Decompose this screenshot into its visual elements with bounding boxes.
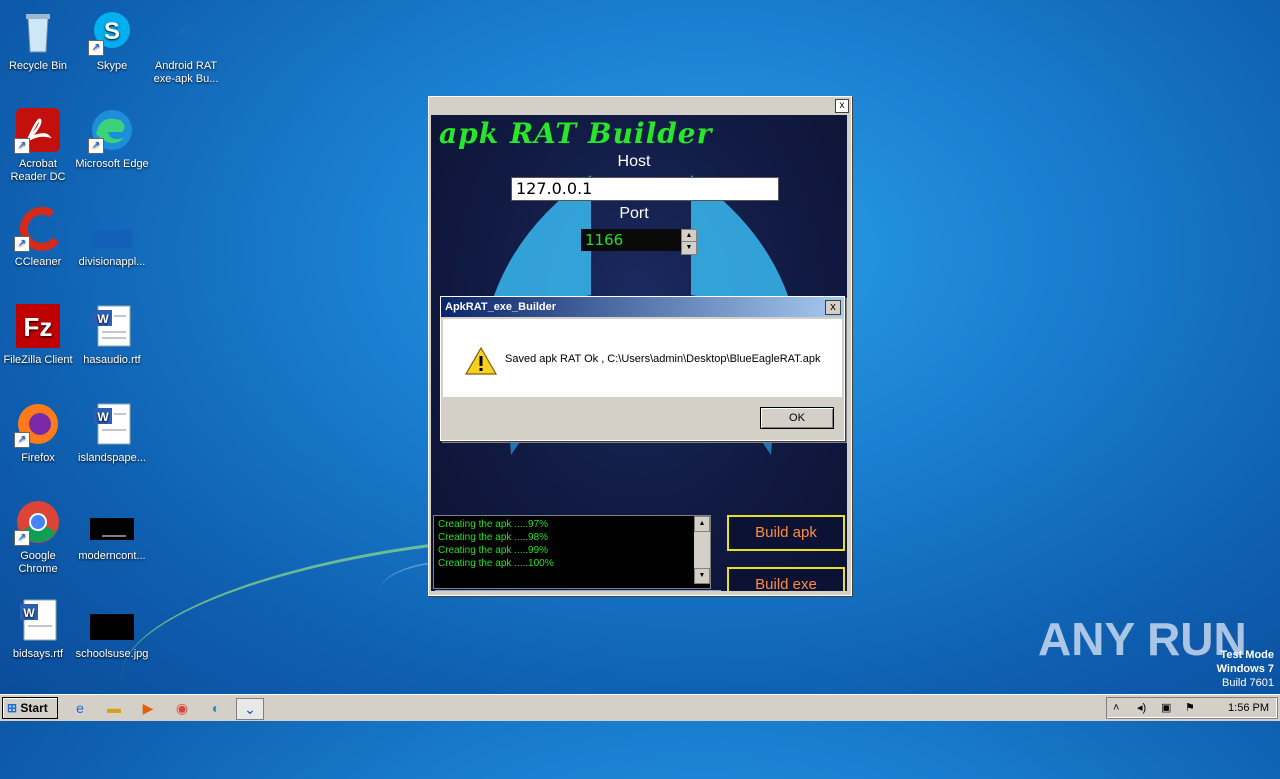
desktop-icon-schoolsuse[interactable]: schoolsuse.jpg xyxy=(74,596,150,661)
ok-button[interactable]: OK xyxy=(760,407,834,429)
svg-text:S: S xyxy=(104,18,120,45)
message-dialog[interactable]: ApkRAT_exe_Builder x Saved apk RAT Ok , … xyxy=(440,296,845,441)
edge-icon: ↗ xyxy=(88,106,136,154)
ccleaner-icon: ↗ xyxy=(14,204,62,252)
acrobat-icon: ↗ xyxy=(14,106,62,154)
skype-icon: S ↗ xyxy=(88,8,136,56)
file-explorer-icon[interactable]: ▬ xyxy=(104,698,124,718)
flag-icon[interactable]: ⚑ xyxy=(1185,698,1195,718)
clock[interactable]: 1:56 PM xyxy=(1228,698,1269,718)
build-apk-button[interactable]: Build apk xyxy=(727,515,845,551)
svg-text:W: W xyxy=(97,312,109,326)
desktop-icon-edge[interactable]: ↗ Microsoft Edge xyxy=(74,106,150,171)
window-titlebar[interactable]: x xyxy=(429,97,851,115)
dialog-title: ApkRAT_exe_Builder xyxy=(441,297,844,317)
shortcut-arrow-icon: ↗ xyxy=(14,530,30,546)
firefox-icon: ↗ xyxy=(14,400,62,448)
windows-version-line: Windows 7 xyxy=(1216,663,1274,675)
build-line: Build 7601 xyxy=(1222,677,1274,689)
scroll-up-icon[interactable]: ▲ xyxy=(694,516,710,532)
svg-text:W: W xyxy=(23,606,35,620)
app-title: apk RAT Builder xyxy=(439,117,713,150)
desktop-icon-hasaudio[interactable]: W hasaudio.rtf xyxy=(74,302,150,367)
port-spinner[interactable]: ▲ ▼ xyxy=(681,229,697,255)
log-line: Creating the apk .....99% xyxy=(438,545,549,556)
test-mode-notice: Test Mode Windows 7 Build 7601 xyxy=(1217,648,1274,690)
svg-text:Fz: Fz xyxy=(24,312,53,342)
desktop-icon-firefox[interactable]: ↗ Firefox xyxy=(0,400,76,465)
desktop-icon-skype[interactable]: S ↗ Skype xyxy=(74,8,150,73)
dialog-close-button[interactable]: x xyxy=(825,300,841,315)
desktop-icon-divisionappl[interactable]: divisionappl... xyxy=(74,204,150,269)
word-document-icon: W xyxy=(14,596,62,644)
taskbar: ⊞ Start e ▬ ▶ ◉ ◐ ⌄ ˄ ◂) ▣ ⚑ 1:56 PM xyxy=(0,694,1280,721)
shortcut-arrow-icon: ↗ xyxy=(14,138,30,154)
image-file-icon xyxy=(88,596,136,644)
internet-explorer-icon[interactable]: e xyxy=(70,698,90,718)
network-icon[interactable]: ▣ xyxy=(1161,698,1171,718)
desktop-icon-ccleaner[interactable]: ↗ CCleaner xyxy=(0,204,76,269)
desktop-icon-recycle-bin[interactable]: Recycle Bin xyxy=(0,8,76,73)
android-rat-icon xyxy=(162,8,210,56)
shortcut-arrow-icon: ↗ xyxy=(14,236,30,252)
edge-taskbar-icon[interactable]: ◐ xyxy=(206,698,226,718)
chrome-taskbar-icon[interactable]: ◉ xyxy=(172,698,192,718)
spin-up-icon[interactable]: ▲ xyxy=(682,230,696,242)
build-exe-button[interactable]: Build exe xyxy=(727,567,845,591)
port-input[interactable]: 1166 xyxy=(581,229,687,251)
log-line: Creating the apk .....100% xyxy=(438,558,554,569)
host-input[interactable]: 127.0.0.1 xyxy=(511,177,779,201)
dialog-message: Saved apk RAT Ok , C:\Users\admin\Deskto… xyxy=(505,353,821,365)
shortcut-arrow-icon: ↗ xyxy=(14,432,30,448)
dialog-body: Saved apk RAT Ok , C:\Users\admin\Deskto… xyxy=(443,319,842,397)
desktop-icon-android-rat[interactable]: Android RAT exe-apk Bu... xyxy=(148,8,224,86)
apk-rat-taskbar-icon[interactable]: ⌄ xyxy=(236,698,264,720)
desktop-icon-islandspape[interactable]: W islandspape... xyxy=(74,400,150,465)
desktop-icon-acrobat[interactable]: ↗ Acrobat Reader DC xyxy=(0,106,76,184)
log-line: Creating the apk .....98% xyxy=(438,532,549,543)
log-line: Creating the apk .....97% xyxy=(438,519,549,530)
desktop-icon-filezilla[interactable]: Fz FileZilla Client xyxy=(0,302,76,367)
anyrun-watermark: ANY RUN xyxy=(1038,613,1247,665)
desktop-icon-bidsays[interactable]: W bidsays.rtf xyxy=(0,596,76,661)
port-label: Port xyxy=(619,205,649,222)
host-label: Host xyxy=(617,153,651,170)
system-tray: ˄ ◂) ▣ ⚑ 1:56 PM xyxy=(1106,697,1278,719)
windows-logo-icon: ⊞ xyxy=(7,701,18,715)
media-player-icon[interactable]: ▶ xyxy=(138,698,158,718)
file-icon xyxy=(88,498,136,546)
warning-icon xyxy=(465,347,497,375)
build-progress-bar xyxy=(435,590,721,591)
tray-expand-icon[interactable]: ˄ xyxy=(1113,698,1119,718)
speaker-icon[interactable]: ◂) xyxy=(1137,698,1146,718)
test-mode-line: Test Mode xyxy=(1220,649,1274,661)
build-log[interactable]: Creating the apk .....97% Creating the a… xyxy=(433,515,711,589)
scroll-down-icon[interactable]: ▼ xyxy=(694,568,710,584)
shortcut-arrow-icon: ↗ xyxy=(88,40,104,56)
start-label: Start xyxy=(20,701,48,715)
shortcut-arrow-icon: ↗ xyxy=(88,138,104,154)
desktop-icon-chrome[interactable]: ↗ Google Chrome xyxy=(0,498,76,576)
filezilla-icon: Fz xyxy=(14,302,62,350)
log-scrollbar[interactable]: ▲ ▼ xyxy=(694,516,710,584)
word-document-icon: W xyxy=(88,302,136,350)
chrome-icon: ↗ xyxy=(14,498,62,546)
word-document-icon: W xyxy=(88,400,136,448)
desktop-icon-moderncont[interactable]: moderncont... xyxy=(74,498,150,563)
file-icon xyxy=(88,204,136,252)
start-button[interactable]: ⊞ Start xyxy=(2,697,58,719)
spin-down-icon[interactable]: ▼ xyxy=(682,242,696,253)
close-button[interactable]: x xyxy=(835,99,849,113)
svg-text:W: W xyxy=(97,410,109,424)
recycle-bin-icon xyxy=(14,8,62,56)
